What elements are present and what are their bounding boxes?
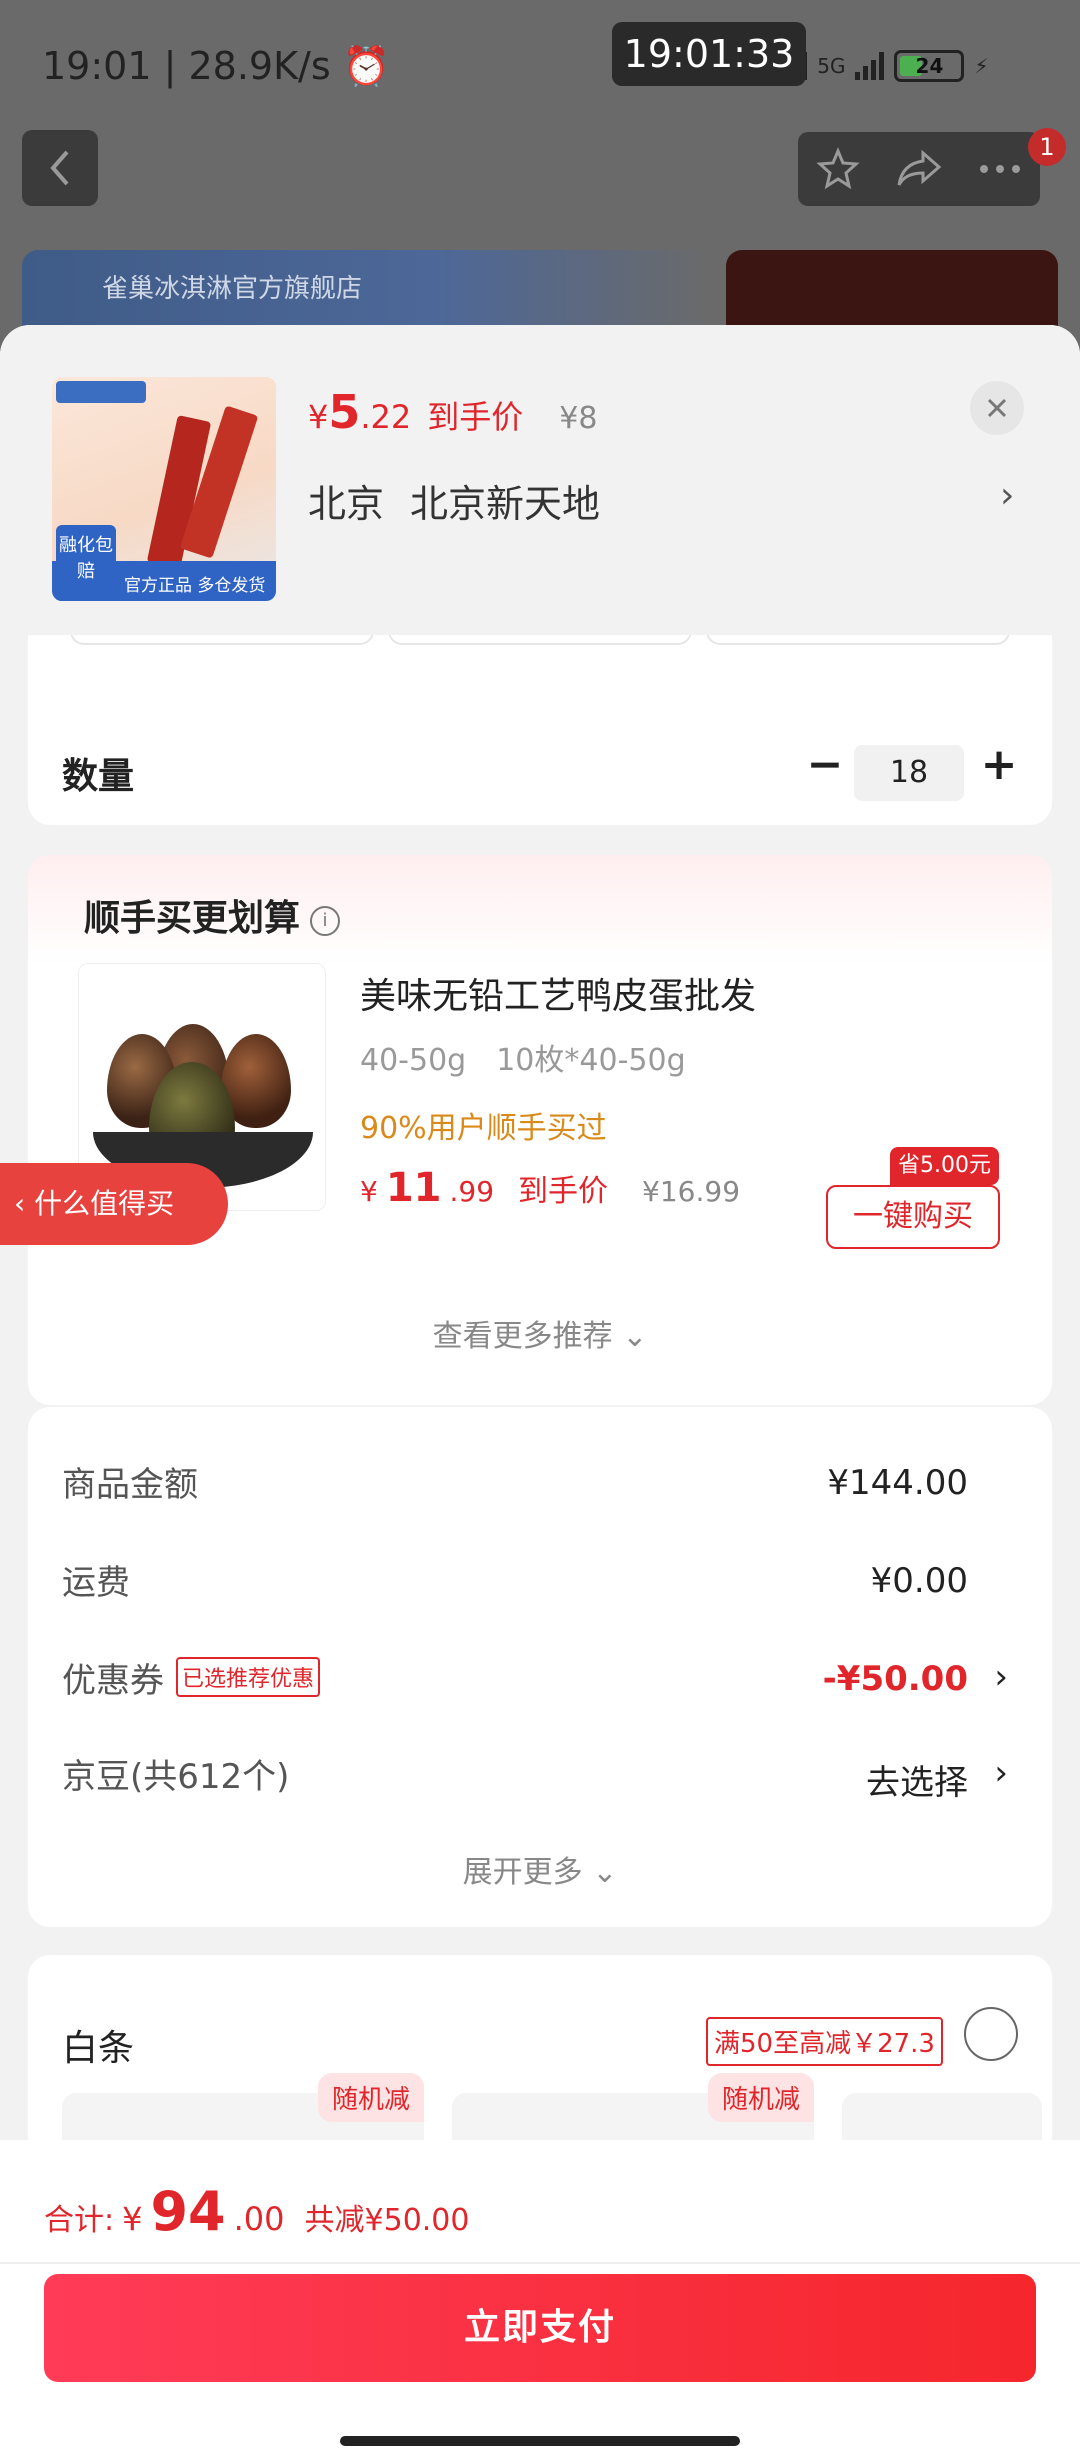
total-dec: .00 bbox=[233, 2200, 285, 2238]
product-price-row: ¥5.22 到手价 ¥8 bbox=[308, 385, 598, 439]
store-banner-text: 雀巢冰淇淋官方旗舰店 bbox=[102, 274, 363, 304]
total-discount: 共减¥50.00 bbox=[304, 2203, 470, 2238]
recommendation-title: 顺手买更划算 i bbox=[84, 889, 341, 941]
top-actions bbox=[798, 132, 1040, 206]
quantity-increase-button[interactable]: + bbox=[972, 735, 1026, 795]
quantity-label: 数量 bbox=[62, 756, 135, 797]
home-indicator[interactable] bbox=[340, 2436, 740, 2446]
random-discount-tag: 随机减 bbox=[317, 2073, 424, 2122]
status-left: 19:01 | 28.9K/s ⏰ bbox=[42, 44, 391, 88]
pay-now-button[interactable]: 立即支付 bbox=[44, 2274, 1036, 2382]
address-city: 北京 bbox=[308, 482, 385, 526]
signal-icon-2 bbox=[855, 52, 885, 80]
product-thumbnail: 官方正品 多仓发货 融化包赔 bbox=[52, 377, 276, 601]
save-badge: 省5.00元 bbox=[890, 1147, 999, 1185]
chevron-right-icon: › bbox=[994, 1753, 1008, 1793]
recommendation-price-int: 11 bbox=[385, 1165, 442, 1211]
total-row: 合计: ¥94.00 共减¥50.00 bbox=[44, 2180, 470, 2243]
checkout-bottom-bar: 合计: ¥94.00 共减¥50.00 立即支付 bbox=[0, 2140, 1080, 2460]
total-int: 94 bbox=[150, 2180, 226, 2243]
alarm-icon: ⏰ bbox=[342, 44, 391, 88]
total-label: 合计: bbox=[44, 2203, 115, 2238]
chevron-left-icon bbox=[50, 150, 69, 186]
jingdou-select: 去选择 bbox=[866, 1763, 968, 1803]
recommendation-price-row: ¥11.99 到手价 ¥16.99 bbox=[360, 1165, 741, 1211]
sheet-header: 官方正品 多仓发货 融化包赔 ¥5.22 到手价 ¥8 北京 北京新天地 › bbox=[0, 325, 1080, 635]
quantity-input[interactable]: 18 bbox=[854, 745, 964, 801]
status-time: 19:01 bbox=[42, 44, 152, 88]
star-icon[interactable] bbox=[816, 147, 860, 191]
baitiao-promo-tag: 满50至高减￥27.3 bbox=[706, 2017, 943, 2066]
charging-icon: ⚡ bbox=[974, 54, 989, 78]
more-icon[interactable] bbox=[978, 163, 1022, 175]
product-price-label: 到手价 bbox=[427, 398, 524, 436]
random-discount-tag: 随机减 bbox=[707, 2073, 814, 2122]
delivery-address[interactable]: 北京 北京新天地 bbox=[308, 473, 600, 528]
product-price-dec: .22 bbox=[360, 398, 412, 436]
jingdou-row[interactable]: 京豆(共612个) 去选择 › bbox=[62, 1749, 1008, 1809]
chevron-down-icon: ⌄ bbox=[592, 1855, 618, 1890]
chevron-right-icon: › bbox=[994, 1657, 1008, 1697]
info-icon[interactable]: i bbox=[310, 906, 341, 936]
network-speed: 28.9K/s bbox=[188, 44, 331, 88]
close-button[interactable] bbox=[970, 381, 1024, 435]
shipping-amount: ¥0.00 bbox=[870, 1561, 968, 1601]
product-price-int: 5 bbox=[328, 385, 361, 439]
coupon-amount: -¥50.00 bbox=[822, 1659, 968, 1699]
recommendation-name[interactable]: 美味无铅工艺鸭皮蛋批发 bbox=[360, 967, 756, 1019]
recommendation-price-label: 到手价 bbox=[518, 1174, 609, 1209]
more-recommendations-link[interactable]: 查看更多推荐 ⌄ bbox=[28, 1311, 1052, 1355]
back-button[interactable] bbox=[22, 130, 98, 206]
baitiao-label: 白条 bbox=[62, 2028, 135, 2069]
notification-badge: 1 bbox=[1028, 128, 1066, 166]
smzdm-float-tag[interactable]: ‹ 什么值得买 bbox=[0, 1163, 228, 1245]
recommendation-card: 顺手买更划算 i 美味无铅工艺鸭皮蛋批发 40-50g 10枚*40-50g 90%… bbox=[28, 855, 1052, 1405]
chevron-right-icon[interactable]: › bbox=[1000, 475, 1014, 516]
recommendation-spec: 40-50g 10枚*40-50g bbox=[360, 1043, 686, 1078]
goods-amount-row: 商品金额 ¥144.00 bbox=[62, 1463, 968, 1505]
goods-amount: ¥144.00 bbox=[827, 1463, 968, 1503]
battery-icon: 24 bbox=[894, 50, 965, 82]
baitiao-radio[interactable] bbox=[964, 2007, 1018, 2061]
shipping-row: 运费 ¥0.00 bbox=[62, 1561, 968, 1603]
coupon-tag: 已选推荐优惠 bbox=[176, 1657, 321, 1697]
chevron-left-icon: ‹ bbox=[14, 1187, 35, 1220]
store-banner[interactable]: 雀巢冰淇淋官方旗舰店 bbox=[22, 250, 712, 330]
one-click-buy-button[interactable]: 一键购买 bbox=[826, 1185, 1000, 1249]
recommendation-note: 90%用户顺手买过 bbox=[360, 1111, 607, 1146]
recommendation-price-dec: .99 bbox=[449, 1175, 495, 1208]
address-detail: 北京新天地 bbox=[410, 482, 601, 526]
product-original-price: ¥8 bbox=[559, 401, 598, 436]
share-icon[interactable] bbox=[895, 149, 943, 189]
thumb-badge: 融化包赔 bbox=[56, 525, 116, 601]
coupon-row[interactable]: 优惠券 已选推荐优惠 -¥50.00 › bbox=[62, 1653, 1008, 1713]
close-icon bbox=[987, 398, 1007, 418]
expand-more-link[interactable]: 展开更多 ⌄ bbox=[28, 1847, 1052, 1891]
promo-banner[interactable] bbox=[726, 250, 1058, 330]
battery-level: 24 bbox=[915, 54, 944, 78]
quantity-decrease-button[interactable]: − bbox=[798, 735, 852, 795]
chevron-down-icon: ⌄ bbox=[622, 1319, 648, 1354]
status-bar: 19:01 | 28.9K/s ⏰ 5G 5G 24 ⚡ bbox=[0, 0, 1080, 130]
clock-overlay: 19:01:33 bbox=[612, 22, 806, 86]
order-summary-card: 商品金额 ¥144.00 运费 ¥0.00 优惠券 已选推荐优惠 -¥50.00 … bbox=[28, 1407, 1052, 1927]
network-type-2: 5G bbox=[817, 54, 846, 78]
recommendation-original-price: ¥16.99 bbox=[642, 1175, 741, 1208]
